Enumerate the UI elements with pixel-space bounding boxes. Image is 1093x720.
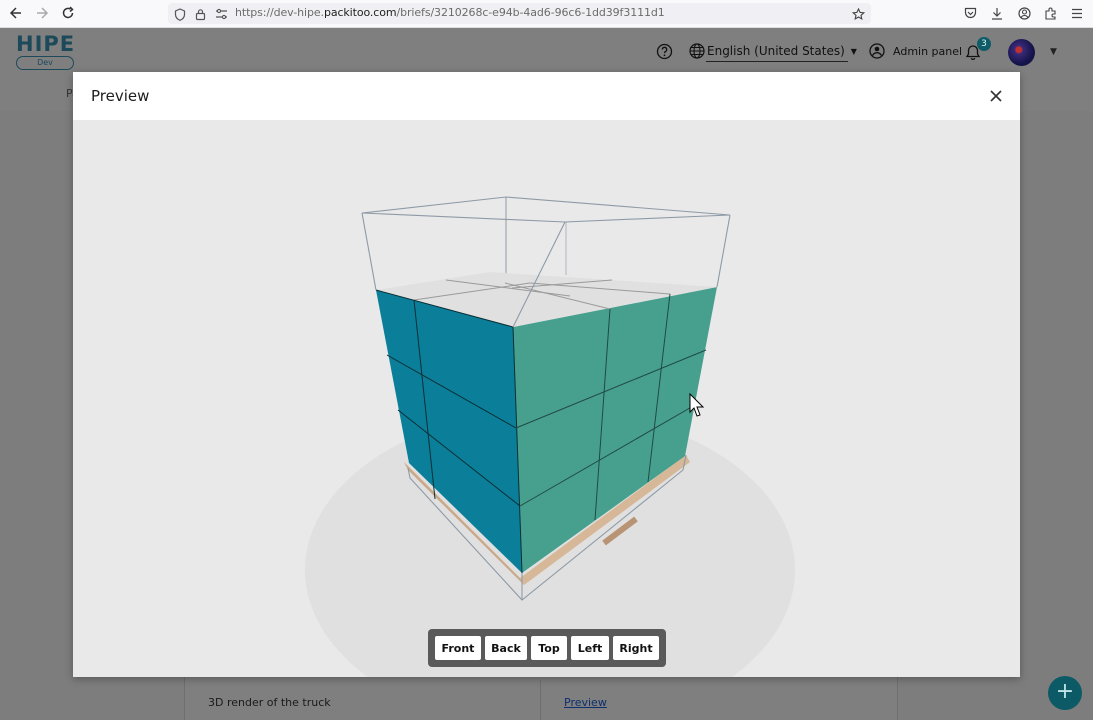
row-label: 3D render of the truck: [208, 696, 331, 709]
preview-link[interactable]: Preview: [564, 696, 607, 709]
modal-header: Preview: [73, 72, 1020, 121]
chevron-down-icon: ▼: [850, 46, 857, 56]
preview-modal: Preview Front Back Top Left Right: [73, 72, 1020, 677]
globe-icon: [689, 43, 705, 59]
language-selector[interactable]: English (United States) ▼: [689, 43, 857, 59]
add-fab-button[interactable]: +: [1048, 676, 1082, 710]
permissions-icon[interactable]: [213, 6, 229, 22]
language-underline: [706, 61, 848, 62]
front-view-button[interactable]: Front: [435, 636, 481, 660]
download-icon[interactable]: [988, 4, 1006, 22]
reload-icon[interactable]: [57, 3, 79, 23]
admin-panel-link[interactable]: Admin panel: [869, 43, 962, 59]
close-icon[interactable]: [986, 86, 1006, 106]
menu-icon[interactable]: [1068, 4, 1086, 22]
hipe-logo[interactable]: HIPE Dev: [16, 34, 74, 70]
table-divider: [540, 680, 541, 720]
back-view-button[interactable]: Back: [485, 636, 527, 660]
extensions-icon[interactable]: [1041, 4, 1059, 22]
notification-badge: 3: [977, 37, 991, 51]
browser-toolbar: https://dev-hipe.packitoo.com/briefs/321…: [0, 0, 1093, 28]
user-menu-chevron-icon[interactable]: ▼: [1050, 47, 1057, 57]
left-view-button[interactable]: Left: [571, 636, 609, 660]
admin-icon: [869, 43, 885, 59]
view-toolbar: Front Back Top Left Right: [428, 629, 666, 667]
url-text: https://dev-hipe.packitoo.com/briefs/321…: [235, 6, 665, 19]
admin-panel-label: Admin panel: [893, 44, 963, 58]
logo-badge: Dev: [16, 56, 74, 70]
help-icon[interactable]: [656, 43, 673, 60]
language-label: English (United States): [707, 44, 845, 58]
3d-scene[interactable]: [73, 120, 1020, 677]
shield-icon[interactable]: [172, 6, 188, 22]
pocket-icon[interactable]: [961, 4, 979, 22]
account-icon[interactable]: [1015, 4, 1033, 22]
star-icon[interactable]: [850, 6, 866, 22]
address-bar[interactable]: https://dev-hipe.packitoo.com/briefs/321…: [168, 3, 871, 24]
right-view-button[interactable]: Right: [613, 636, 659, 660]
back-arrow-icon[interactable]: [5, 3, 27, 23]
lock-icon[interactable]: [192, 6, 208, 22]
modal-title: Preview: [91, 87, 150, 105]
avatar[interactable]: [1008, 39, 1035, 66]
forward-arrow-icon[interactable]: [31, 3, 53, 23]
top-view-button[interactable]: Top: [531, 636, 567, 660]
3d-viewer[interactable]: [73, 120, 1020, 677]
logo-text: HIPE: [16, 32, 76, 56]
